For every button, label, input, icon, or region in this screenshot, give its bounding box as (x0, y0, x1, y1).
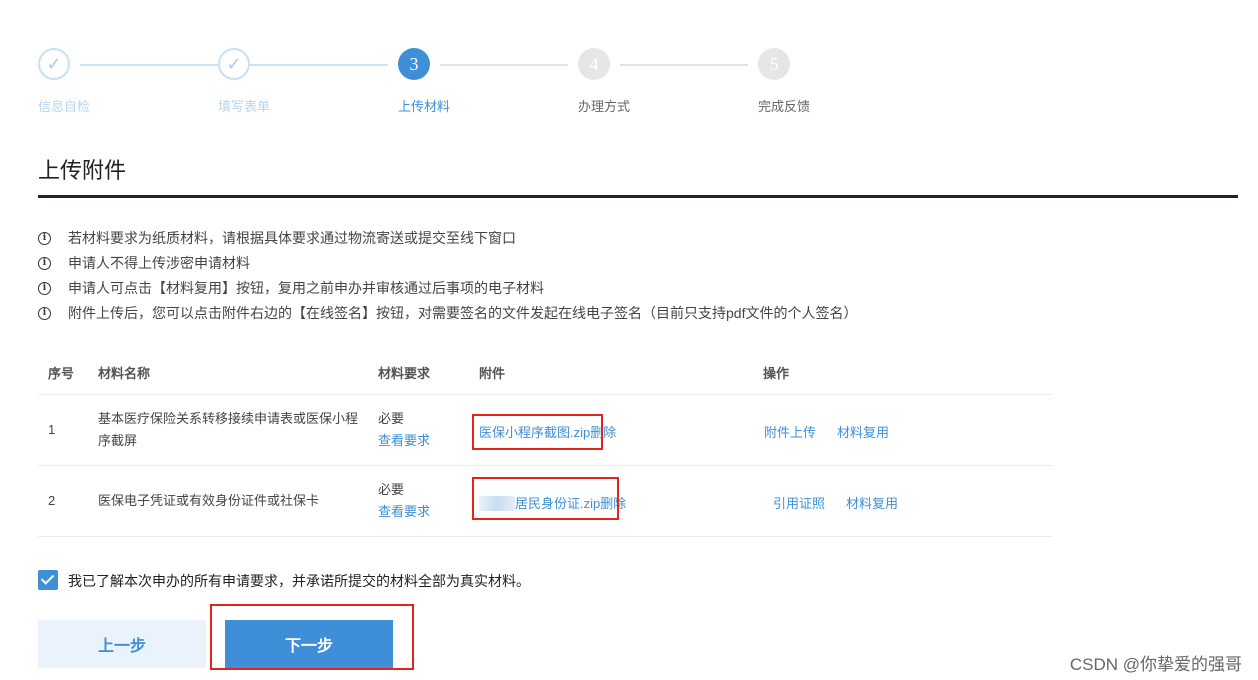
notice-item: i 若材料要求为纸质材料，请根据具体要求通过物流寄送或提交至线下窗口 (38, 226, 857, 251)
step-connector (260, 64, 388, 66)
header-actions: 操作 (763, 366, 790, 381)
watermark: CSDN @你挚爱的强哥 (1069, 655, 1242, 674)
step-5-indicator: 5 (758, 48, 790, 80)
section-title: 上传附件 (38, 159, 127, 184)
notice-item: i 申请人不得上传涉密申请材料 (38, 251, 857, 276)
reuse-material-link[interactable]: 材料复用 (846, 493, 898, 512)
notice-text: 附件上传后，您可以点击附件右边的【在线签名】按钮，对需要签名的文件发起在线电子签… (68, 305, 858, 321)
notice-text: 申请人可点击【材料复用】按钮，复用之前申办并审核通过后事项的电子材料 (68, 280, 544, 296)
header-name: 材料名称 (98, 366, 151, 381)
step-2-label: 填写表单 (218, 99, 271, 114)
previous-step-button[interactable]: 上一步 (38, 620, 206, 668)
reuse-material-link[interactable]: 材料复用 (837, 422, 889, 441)
material-name: 医保电子凭证或有效身份证件或社保卡 (98, 493, 320, 508)
info-icon: i (38, 232, 51, 245)
step-1-label: 信息自检 (38, 99, 91, 114)
step-3-label: 上传材料 (398, 99, 451, 114)
requirement-cell: 必要 查看要求 (378, 408, 430, 452)
step-4-label: 办理方式 (578, 99, 631, 114)
notice-item: i 申请人可点击【材料复用】按钮，复用之前申办并审核通过后事项的电子材料 (38, 276, 857, 301)
notice-item: i 附件上传后，您可以点击附件右边的【在线签名】按钮，对需要签名的文件发起在线电… (38, 301, 857, 326)
upload-attachment-link[interactable]: 附件上传 (764, 422, 816, 441)
progress-stepper: ✓ ✓ 3 4 5 信息自检 填写表单 上传材料 办理方式 完成反馈 (0, 0, 1258, 120)
highlight-box (472, 414, 603, 450)
requirement-cell: 必要 查看要求 (378, 479, 430, 523)
section-divider (38, 195, 1238, 198)
step-2-complete-icon: ✓ (218, 48, 250, 80)
header-requirement: 材料要求 (378, 366, 431, 381)
cite-certificate-link[interactable]: 引用证照 (773, 493, 825, 512)
info-icon: i (38, 282, 51, 295)
step-4-indicator: 4 (578, 48, 610, 80)
step-3-indicator: 3 (398, 48, 430, 80)
highlight-box (472, 477, 619, 520)
material-name: 基本医疗保险关系转移接续申请表或医保小程序截屏 (98, 411, 359, 448)
table-header: 序号 材料名称 材料要求 附件 操作 (38, 348, 1052, 395)
agreement-text: 我已了解本次申办的所有申请要求，并承诺所提交的材料全部为真实材料。 (68, 573, 530, 589)
header-index: 序号 (48, 366, 75, 381)
step-connector (620, 64, 748, 66)
notice-text: 申请人不得上传涉密申请材料 (68, 255, 250, 271)
view-requirement-link[interactable]: 查看要求 (378, 501, 430, 523)
row-index: 2 (48, 493, 56, 508)
notice-text: 若材料要求为纸质材料，请根据具体要求通过物流寄送或提交至线下窗口 (68, 230, 516, 246)
requirement-text: 必要 (378, 411, 405, 426)
next-step-button[interactable]: 下一步 (225, 620, 393, 668)
step-5-label: 完成反馈 (758, 99, 811, 114)
info-icon: i (38, 257, 51, 270)
info-icon: i (38, 307, 51, 320)
row-index: 1 (48, 422, 56, 437)
step-connector (440, 64, 568, 66)
step-1-complete-icon: ✓ (38, 48, 70, 80)
view-requirement-link[interactable]: 查看要求 (378, 430, 430, 452)
header-attachment: 附件 (479, 366, 506, 381)
agreement-checkbox[interactable] (38, 570, 58, 590)
notice-list: i 若材料要求为纸质材料，请根据具体要求通过物流寄送或提交至线下窗口 i 申请人… (38, 226, 857, 326)
requirement-text: 必要 (378, 482, 405, 497)
